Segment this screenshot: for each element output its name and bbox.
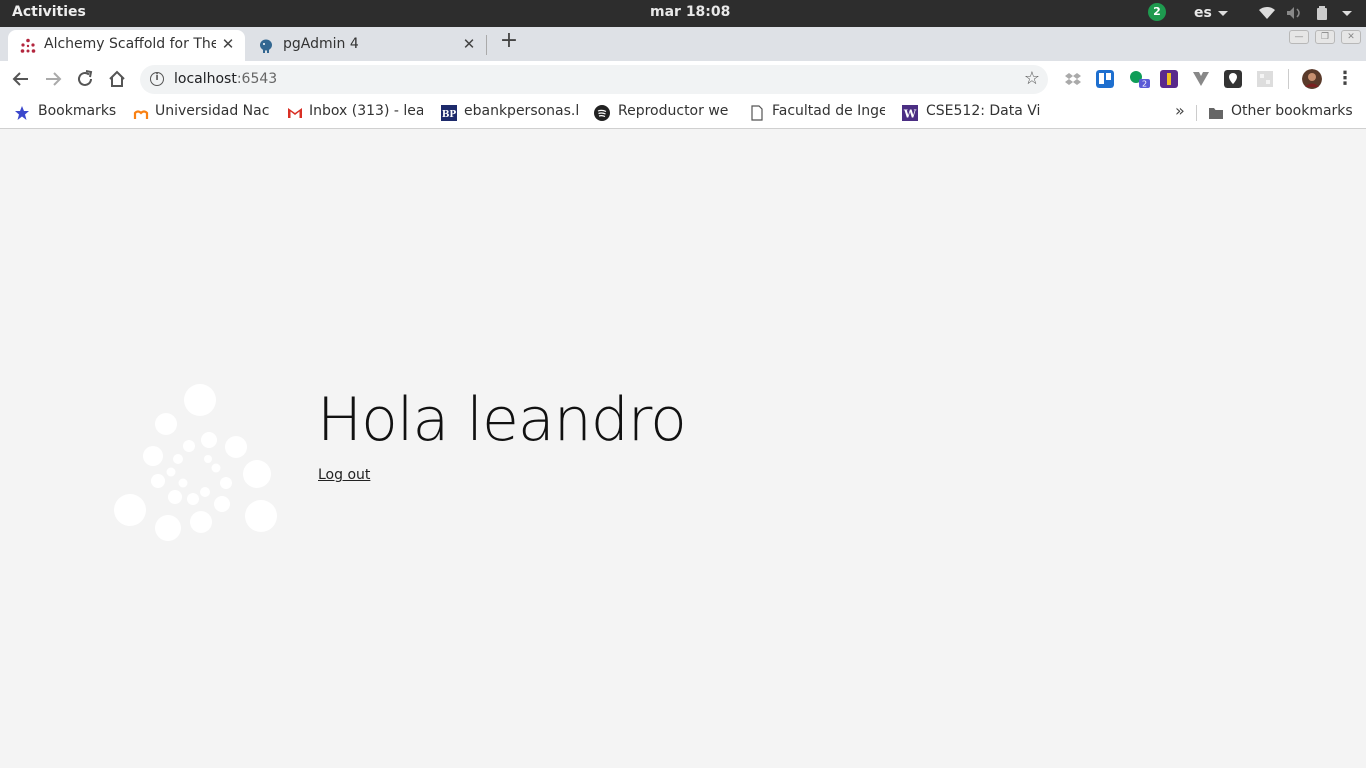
- forward-button[interactable]: [42, 68, 64, 90]
- system-menu-chevron-icon[interactable]: [1342, 11, 1352, 16]
- notification-badge[interactable]: 2: [1148, 3, 1166, 21]
- bookmarks-divider: [1196, 105, 1197, 121]
- bookmark-item[interactable]: BP ebankpersonas.l: [441, 103, 579, 123]
- svg-text:W: W: [903, 108, 917, 121]
- back-button[interactable]: [10, 68, 32, 90]
- bp-icon: BP: [441, 105, 457, 121]
- tab-title: pgAdmin 4: [283, 36, 359, 52]
- bookmark-item[interactable]: Inbox (313) - lean: [287, 103, 423, 123]
- extension-icon[interactable]: [1256, 70, 1274, 88]
- vue-devtools-icon[interactable]: [1192, 70, 1210, 88]
- clock[interactable]: mar 18:08: [650, 4, 730, 20]
- bookmark-item[interactable]: Bookmarks: [14, 103, 124, 123]
- extension-i-icon[interactable]: [1160, 70, 1178, 88]
- volume-icon[interactable]: [1286, 6, 1304, 20]
- tab-title: Alchemy Scaffold for The: [44, 36, 216, 52]
- moodle-icon: [133, 110, 149, 119]
- home-icon: [109, 70, 125, 87]
- bookmark-label: CSE512: Data Vis: [926, 103, 1040, 119]
- home-button[interactable]: [106, 68, 128, 90]
- bookmark-label: Bookmarks: [38, 103, 117, 119]
- site-info-icon[interactable]: i: [150, 72, 164, 86]
- restore-window-button[interactable]: ❐: [1315, 30, 1335, 44]
- wifi-icon[interactable]: [1258, 6, 1276, 20]
- battery-icon[interactable]: [1316, 6, 1328, 20]
- bookmark-label: Inbox (313) - lean: [309, 103, 423, 119]
- browser-menu-button[interactable]: ⋮: [1336, 69, 1354, 89]
- bookmark-label: Reproductor we: [618, 103, 729, 119]
- extension-badge: 2: [1142, 80, 1147, 89]
- url-port: :6543: [236, 71, 278, 87]
- trello-icon[interactable]: [1096, 70, 1114, 88]
- bookmark-label: ebankpersonas.l: [464, 103, 579, 119]
- bookmark-item[interactable]: Reproductor we: [594, 103, 732, 123]
- tab-strip: Alchemy Scaffold for The ✕ pgAdmin 4 ✕ +…: [0, 27, 1366, 61]
- alchemy-icon: [20, 38, 36, 53]
- profile-avatar[interactable]: [1302, 69, 1322, 89]
- url-text[interactable]: localhost:6543: [174, 71, 277, 87]
- activities-button[interactable]: Activities: [12, 4, 86, 20]
- location-icon[interactable]: [1224, 70, 1242, 88]
- spotify-icon: [594, 105, 610, 121]
- address-bar[interactable]: i localhost:6543 ☆: [140, 65, 1048, 94]
- bookmarks-bar: Bookmarks Universidad Nac Inbox (313) - …: [0, 97, 1366, 129]
- star-icon: [15, 106, 29, 120]
- dropbox-icon[interactable]: [1064, 70, 1082, 88]
- minimize-window-button[interactable]: —: [1289, 30, 1309, 44]
- reload-icon: [78, 70, 93, 86]
- browser-toolbar: i localhost:6543 ☆ 2 ⋮: [0, 61, 1366, 97]
- svg-text:BP: BP: [442, 110, 457, 120]
- toolbar-divider: [1288, 69, 1289, 89]
- gmail-icon: [288, 108, 302, 118]
- tab-pgadmin[interactable]: pgAdmin 4 ✕: [248, 30, 486, 61]
- more-bookmarks-button[interactable]: »: [1175, 101, 1185, 120]
- close-tab-icon[interactable]: ✕: [219, 35, 237, 53]
- bookmark-item[interactable]: Universidad Nac: [133, 103, 271, 123]
- url-host: localhost: [174, 71, 237, 87]
- arrow-left-icon: [12, 72, 28, 86]
- page-icon: [751, 105, 763, 121]
- logout-link[interactable]: Log out: [318, 467, 370, 483]
- arrow-right-icon: [46, 72, 62, 86]
- page-content: Hola leandro Log out: [0, 130, 1366, 768]
- chevron-down-icon: [1217, 10, 1228, 16]
- system-top-bar: Activities mar 18:08 2 es: [0, 0, 1366, 27]
- hangouts-icon[interactable]: 2: [1128, 70, 1152, 88]
- bookmark-star-icon[interactable]: ☆: [1024, 68, 1040, 89]
- folder-icon: [1209, 108, 1223, 119]
- pgadmin-elephant-icon: [260, 39, 272, 53]
- greeting-heading: Hola leandro: [317, 385, 687, 455]
- tab-alchemy-scaffold[interactable]: Alchemy Scaffold for The ✕: [8, 30, 245, 61]
- close-window-button[interactable]: ✕: [1341, 30, 1361, 44]
- uw-icon: W: [902, 105, 918, 121]
- bookmark-label: Other bookmarks: [1231, 103, 1353, 119]
- alchemy-logo-icon: [114, 384, 277, 541]
- close-tab-icon[interactable]: ✕: [460, 35, 478, 53]
- tab-divider: [486, 35, 487, 55]
- bookmark-item[interactable]: Facultad de Inge: [749, 103, 885, 123]
- language-label: es: [1194, 5, 1212, 21]
- bookmark-label: Universidad Nac: [155, 103, 270, 119]
- other-bookmarks-folder[interactable]: Other bookmarks: [1208, 103, 1358, 123]
- new-tab-button[interactable]: +: [498, 29, 520, 53]
- bookmark-label: Facultad de Inge: [772, 103, 885, 119]
- reload-button[interactable]: [74, 68, 96, 90]
- bookmark-item[interactable]: W CSE512: Data Vis: [902, 103, 1040, 123]
- language-selector[interactable]: es: [1194, 5, 1228, 21]
